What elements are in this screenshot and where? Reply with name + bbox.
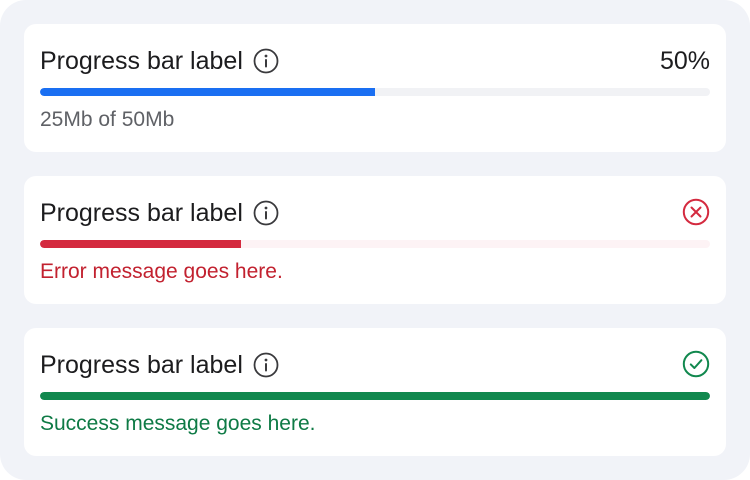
progress-fill bbox=[40, 392, 710, 400]
progress-track bbox=[40, 240, 710, 248]
progress-size-text: 25Mb of 50Mb bbox=[40, 108, 175, 131]
progress-bar-label: Progress bar label bbox=[40, 199, 243, 227]
progress-card-error: Progress bar label Error message goes he… bbox=[24, 176, 726, 304]
success-circle-check-icon bbox=[682, 350, 710, 378]
progress-card-success: Progress bar label Success message goes … bbox=[24, 328, 726, 456]
progress-bar-label: Progress bar label bbox=[40, 47, 243, 75]
error-message: Error message goes here. bbox=[40, 260, 283, 283]
progress-label-row: Progress bar label bbox=[40, 196, 279, 230]
progress-bar-label: Progress bar label bbox=[40, 351, 243, 379]
progress-track bbox=[40, 88, 710, 96]
progress-percent: 50% bbox=[659, 47, 710, 75]
progress-bar-panel: Progress bar label 50% 25Mb of 50Mb Prog… bbox=[0, 0, 750, 480]
progress-track bbox=[40, 392, 710, 400]
progress-fill bbox=[40, 240, 241, 248]
info-icon[interactable] bbox=[253, 48, 279, 74]
info-icon[interactable] bbox=[253, 200, 279, 226]
error-circle-x-icon bbox=[682, 198, 710, 226]
progress-label-row: Progress bar label bbox=[40, 348, 279, 382]
progress-card-default: Progress bar label 50% 25Mb of 50Mb bbox=[24, 24, 726, 152]
progress-label-row: Progress bar label bbox=[40, 44, 279, 78]
info-icon[interactable] bbox=[253, 352, 279, 378]
success-message: Success message goes here. bbox=[40, 412, 316, 435]
progress-fill bbox=[40, 88, 375, 96]
